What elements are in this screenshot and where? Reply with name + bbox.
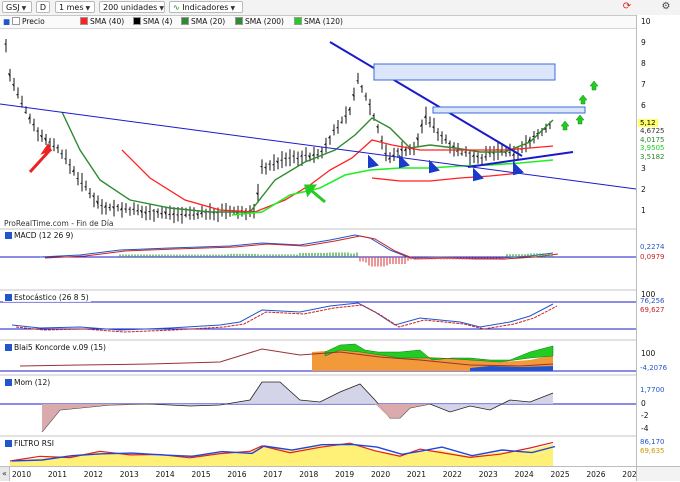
up-arrow-icon xyxy=(590,81,598,90)
blue-arrow-icon xyxy=(474,170,482,180)
mom-tick-neg2: -2 xyxy=(641,411,648,420)
rsi-signal-tag: 69,635 xyxy=(638,447,667,456)
price-bar-tick xyxy=(297,158,299,159)
mom-scale[interactable]: 1,7700 0 -2 -4 xyxy=(636,375,680,436)
year-label: 2017 xyxy=(263,470,282,479)
mom-value-tag: 1,7700 xyxy=(638,386,667,395)
mom-title-label: Mom (12) xyxy=(14,378,50,387)
koncorde-value-tag: -4,2076 xyxy=(638,364,669,373)
rsi-value-tag: 86,170 xyxy=(638,438,667,447)
year-label: 2016 xyxy=(227,470,246,479)
year-label: 2013 xyxy=(120,470,139,479)
price-bar-tick xyxy=(341,122,343,123)
price-bar-tick xyxy=(269,164,271,165)
mom-title: Mom (12) xyxy=(3,378,52,387)
year-label: 2011 xyxy=(48,470,67,479)
year-label: 2018 xyxy=(299,470,318,479)
koncorde-icon xyxy=(5,344,12,351)
up-arrow-icon xyxy=(576,115,584,124)
rsi-title: FILTRO RSI xyxy=(3,439,56,448)
price-tick: 7 xyxy=(641,80,646,89)
rsi-scale[interactable]: 86,170 69,635 xyxy=(636,436,680,466)
time-axis[interactable]: « 2010 2011 2012 2013 2014 2015 2016 2017 2018 20… xyxy=(0,466,636,482)
price-tick: 2 xyxy=(641,185,646,194)
price-bar-tick xyxy=(397,151,399,152)
blue-arrow-icon xyxy=(369,157,377,167)
year-label: 2024 xyxy=(515,470,534,479)
year-label: 2010 xyxy=(12,470,31,479)
sma120-line xyxy=(232,160,553,215)
koncorde-title: Blai5 Koncorde v.09 (15) xyxy=(3,343,108,352)
price-value-tag: 3,9505 xyxy=(638,144,667,153)
price-scale[interactable]: 109876543215,124,67254,01753,95053,5182 xyxy=(636,15,680,229)
red-arrow-icon xyxy=(30,146,50,172)
macd-title: MACD (12 26 9) xyxy=(3,231,75,240)
price-bar-tick xyxy=(5,44,7,45)
koncorde-title-label: Blai5 Koncorde v.09 (15) xyxy=(14,343,106,352)
macd-icon xyxy=(5,232,12,239)
year-label: 2025 xyxy=(551,470,570,479)
price-bar-tick xyxy=(373,115,375,116)
price-bar-tick xyxy=(465,152,467,153)
macd-signal-line xyxy=(45,236,558,259)
mom-tick-0: 0 xyxy=(641,399,646,408)
price-bar-tick xyxy=(317,154,319,155)
mom-tick-neg4: -4 xyxy=(641,424,648,433)
koncorde-tick: 100 xyxy=(641,349,655,358)
price-bar-tick xyxy=(133,209,135,210)
price-tick: 1 xyxy=(641,206,646,215)
stoch-icon xyxy=(5,294,12,301)
resistance-box xyxy=(433,107,585,113)
koncorde-scale[interactable]: 100 -4,2076 xyxy=(636,340,680,375)
price-bar-tick xyxy=(181,214,183,215)
trendline-down xyxy=(330,42,522,156)
sma200-line xyxy=(372,173,520,181)
mom-icon xyxy=(5,379,12,386)
price-bar-tick xyxy=(177,215,179,216)
stoch-scale[interactable]: 100 76,256 69,627 xyxy=(636,290,680,340)
scroll-left-icon[interactable]: « xyxy=(0,467,10,481)
stoch-k-tag: 76,256 xyxy=(638,297,667,306)
price-tick: 3 xyxy=(641,164,646,173)
stoch-title: Estocástico (26 8 5) xyxy=(3,293,91,302)
price-value-tag: 4,6725 xyxy=(638,127,667,136)
year-label: 2012 xyxy=(84,470,103,479)
price-bar-tick xyxy=(493,153,495,154)
axis-corner xyxy=(636,466,680,481)
year-label: 2020 xyxy=(371,470,390,479)
price-value-tag: 3,5182 xyxy=(638,153,667,162)
rsi-title-label: FILTRO RSI xyxy=(14,439,54,448)
blue-arrow-icon xyxy=(514,164,522,174)
price-tick: 10 xyxy=(641,17,651,26)
resistance-box xyxy=(374,64,555,80)
stoch-k-line xyxy=(12,303,553,330)
stoch-title-label: Estocástico (26 8 5) xyxy=(14,293,89,302)
year-label: 2023 xyxy=(479,470,498,479)
mom-line xyxy=(42,382,553,432)
price-tick: 8 xyxy=(641,59,646,68)
up-arrow-icon xyxy=(579,95,587,104)
year-label: 2015 xyxy=(192,470,211,479)
rsi-icon xyxy=(5,440,12,447)
year-label: 2014 xyxy=(156,470,175,479)
year-label: 2026 xyxy=(586,470,605,479)
watermark: ProRealTime.com - Fin de Día xyxy=(4,219,114,228)
year-label: 2019 xyxy=(335,470,354,479)
macd-title-label: MACD (12 26 9) xyxy=(14,231,73,240)
price-tick: 9 xyxy=(641,38,646,47)
chart-canvas[interactable] xyxy=(0,0,636,466)
stoch-d-tag: 69,627 xyxy=(638,306,667,315)
macd-line xyxy=(40,235,553,258)
macd-signal-tag: 0,0979 xyxy=(638,253,667,262)
year-label: 2021 xyxy=(407,470,426,479)
price-tick: 6 xyxy=(641,101,646,110)
settings-icon[interactable]: ⚙ xyxy=(660,1,672,13)
macd-value-tag: 0,2274 xyxy=(638,243,667,252)
price-bar-tick xyxy=(193,215,195,216)
mom-negative-area xyxy=(42,404,150,432)
up-arrow-icon xyxy=(561,121,569,130)
year-label: 2022 xyxy=(443,470,462,479)
macd-scale[interactable]: 0,2274 0,0979 xyxy=(636,229,680,290)
